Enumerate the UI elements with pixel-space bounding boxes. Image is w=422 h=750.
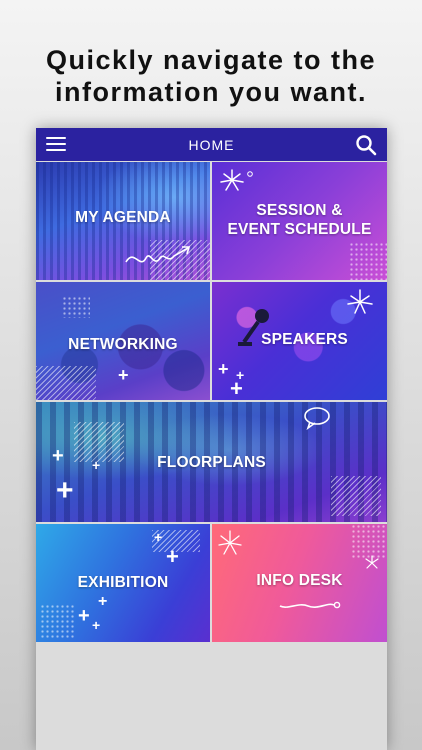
tile-label: SESSION & EVENT SCHEDULE xyxy=(227,201,371,239)
speech-bubble-icon xyxy=(304,407,330,430)
tile-label: EXHIBITION xyxy=(77,573,169,591)
plus-icon: + xyxy=(118,365,129,385)
tile-label: MY AGENDA xyxy=(75,208,171,226)
sparkle-burst-icon xyxy=(218,530,242,555)
top-bar: HOME xyxy=(36,128,387,161)
dot-pattern xyxy=(40,604,76,638)
tile-my-agenda[interactable]: MY AGENDA xyxy=(36,162,210,280)
plus-icon: + xyxy=(78,605,90,627)
tile-floorplans[interactable]: + + + FLOORPLANS xyxy=(36,402,387,522)
search-icon[interactable] xyxy=(355,134,377,156)
dot-pattern xyxy=(351,524,387,558)
plus-icon: + xyxy=(92,457,101,473)
sparkle-burst-icon xyxy=(347,289,373,314)
squiggle-arrow-icon xyxy=(125,246,191,263)
empty-area xyxy=(36,644,387,750)
tile-networking[interactable]: NETWORKING + xyxy=(36,282,210,400)
dot-pattern xyxy=(62,296,90,318)
page-title: HOME xyxy=(188,136,235,153)
tile-session-event-schedule[interactable]: SESSION & EVENT SCHEDULE xyxy=(212,162,387,280)
sparkle-burst-icon xyxy=(220,169,253,191)
plus-icon: + xyxy=(52,445,64,467)
plus-icon: + xyxy=(154,529,163,545)
tile-label: FLOORPLANS xyxy=(157,453,266,471)
plus-icon: + xyxy=(92,617,101,633)
tile-label: SPEAKERS xyxy=(261,330,348,348)
stripe-pattern xyxy=(74,422,124,462)
tile-label: INFO DESK xyxy=(256,571,343,589)
dot-pattern xyxy=(349,242,387,280)
firework-icon xyxy=(365,555,379,569)
tile-label-line1: SESSION & xyxy=(256,202,343,219)
plus-icon: + xyxy=(98,593,108,610)
plus-icon: + xyxy=(230,376,243,400)
stripe-pattern xyxy=(36,366,96,400)
tile-info-desk[interactable]: INFO DESK xyxy=(212,524,387,642)
tile-label: NETWORKING xyxy=(68,335,178,353)
hamburger-menu-icon[interactable] xyxy=(46,135,66,153)
tile-exhibition[interactable]: + + EXHIBITION + + + xyxy=(36,524,210,642)
tile-speakers[interactable]: SPEAKERS + + + xyxy=(212,282,387,400)
app-screen: HOME MY AGENDA SESSION & EVENT SCHEDULE … xyxy=(36,128,387,750)
stripe-pattern xyxy=(331,476,381,516)
squiggle-line-icon xyxy=(279,601,341,609)
plus-icon: + xyxy=(218,359,229,379)
plus-icon: + xyxy=(166,544,179,569)
tile-label-line2: EVENT SCHEDULE xyxy=(227,221,372,238)
plus-icon: + xyxy=(56,474,74,507)
headline: Quickly navigate to the information you … xyxy=(45,45,377,107)
